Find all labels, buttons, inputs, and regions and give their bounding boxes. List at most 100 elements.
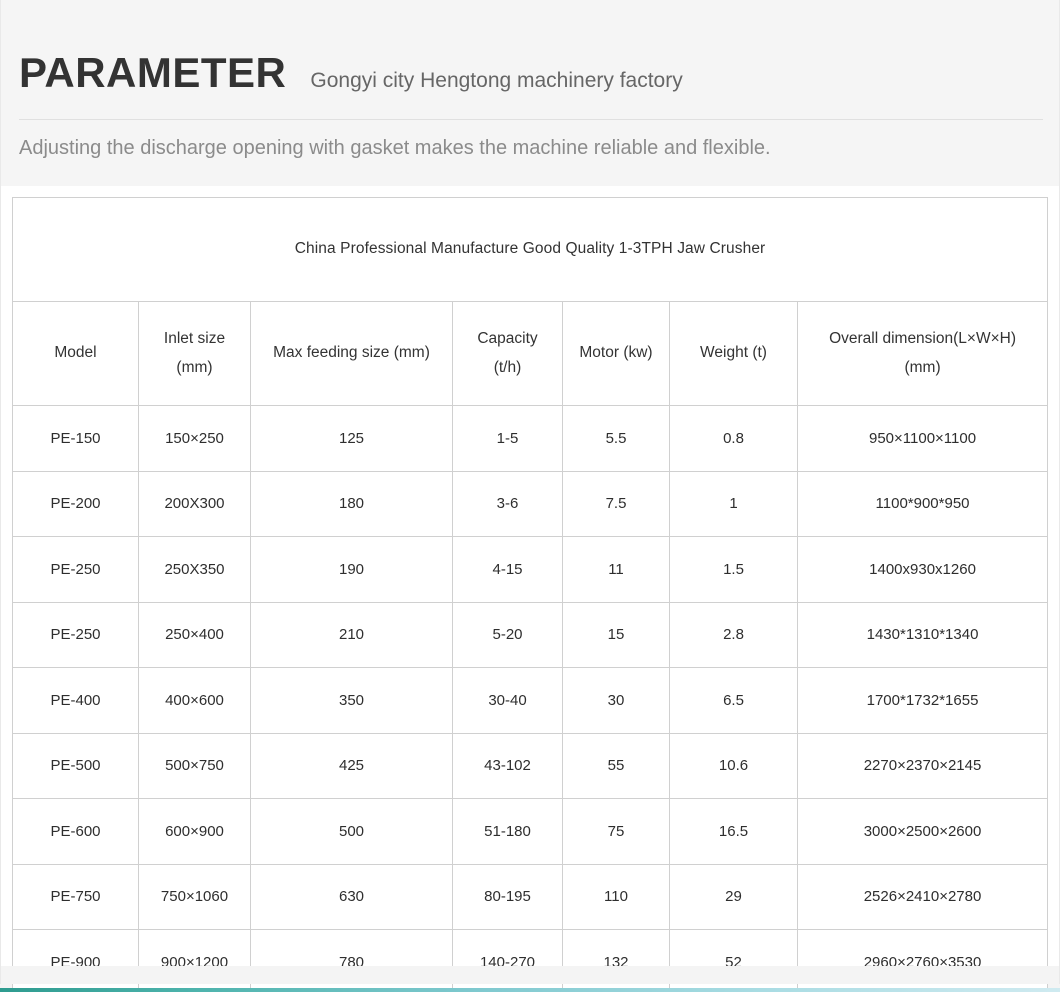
cell-motor: 7.5 [562,470,670,537]
cell-overall-dimension: 1400x930x1260 [796,536,1049,603]
cell-weight: 6.5 [669,667,798,734]
cell-motor: 110 [562,863,670,930]
cell-motor: 30 [562,667,670,734]
page-title: PARAMETER [19,49,287,96]
table-row: PE-200 200X300 180 3-6 7.5 1 1100*900*95… [12,470,1049,537]
cell-motor: 11 [562,536,670,603]
cell-motor: 55 [562,732,670,799]
cell-overall-dimension: 2526×2410×2780 [796,863,1049,930]
table-header-row: Model Inlet size (mm) Max feeding size (… [12,301,1049,406]
column-header-overall-dimension-line1: Overall dimension(L×W×H) [829,329,1016,347]
cell-max-feeding-size: 425 [250,732,453,799]
column-header-max-feeding-size-line1: Max feeding size (mm) [273,344,430,362]
cell-model: PE-250 [12,601,139,668]
cell-max-feeding-size: 210 [250,601,453,668]
column-header-capacity: Capacity (t/h) [452,301,563,406]
table-title-row: China Professional Manufacture Good Qual… [11,197,1049,302]
cell-inlet-size: 500×750 [138,732,251,799]
column-header-inlet-size-line1: Inlet size [163,329,226,347]
table-row: PE-600 600×900 500 51-180 75 16.5 3000×2… [12,798,1049,865]
cell-model: PE-900 [12,929,139,996]
cell-inlet-size: 600×900 [138,798,251,865]
cell-model: PE-400 [12,667,139,734]
cell-overall-dimension: 3000×2500×2600 [796,798,1049,865]
content-panel: China Professional Manufacture Good Qual… [1,186,1059,996]
page-container: PARAMETER Gongyi city Hengtong machinery… [0,0,1060,996]
cell-inlet-size: 400×600 [138,667,251,734]
cell-model: PE-200 [12,470,139,537]
cell-overall-dimension: 1700*1732*1655 [796,667,1049,734]
cell-capacity: 51-180 [452,798,563,865]
table-row: PE-250 250×400 210 5-20 15 2.8 1430*1310… [12,601,1049,668]
column-header-weight: Weight (t) [669,301,798,406]
table-body: PE-150 150×250 125 1-5 5.5 0.8 950×1100×… [12,405,1049,996]
cell-weight: 16.5 [669,798,798,865]
column-header-motor-line1: Motor (kw) [579,344,653,362]
cell-weight: 52 [669,929,798,996]
cell-max-feeding-size: 630 [250,863,453,930]
cell-motor: 5.5 [562,405,670,472]
cell-overall-dimension: 950×1100×1100 [796,405,1049,472]
cell-motor: 75 [562,798,670,865]
cell-weight: 10.6 [669,732,798,799]
cell-model: PE-500 [12,732,139,799]
cell-capacity: 4-15 [452,536,563,603]
column-header-capacity-line1: Capacity [477,329,538,347]
table-row: PE-400 400×600 350 30-40 30 6.5 1700*173… [12,667,1049,734]
table-head: China Professional Manufacture Good Qual… [11,197,1049,406]
cell-capacity: 30-40 [452,667,563,734]
cell-model: PE-600 [12,798,139,865]
cell-max-feeding-size: 500 [250,798,453,865]
column-header-model: Model [12,301,139,406]
cell-inlet-size: 750×1060 [138,863,251,930]
cell-model: PE-150 [12,405,139,472]
column-header-inlet-size-line2: (mm) [176,358,213,376]
table-row: PE-250 250X350 190 4-15 11 1.5 1400x930x… [12,536,1049,603]
header-description: Adjusting the discharge opening with gas… [19,137,771,159]
cell-inlet-size: 200X300 [138,470,251,537]
cell-inlet-size: 250X350 [138,536,251,603]
column-header-model-line1: Model [54,344,97,362]
footer-spacer [1,966,1059,984]
cell-model: PE-250 [12,536,139,603]
bottom-padding [0,992,1060,996]
cell-overall-dimension: 1100*900*950 [796,470,1049,537]
column-header-weight-line1: Weight (t) [700,344,767,362]
cell-motor: 132 [562,929,670,996]
table-row: PE-900 900×1200 780 140-270 132 52 2960×… [12,929,1049,996]
cell-max-feeding-size: 180 [250,470,453,537]
cell-weight: 29 [669,863,798,930]
cell-capacity: 80-195 [452,863,563,930]
column-header-capacity-line2: (t/h) [493,358,522,376]
header-title-row: PARAMETER Gongyi city Hengtong machinery… [19,52,683,94]
cell-max-feeding-size: 350 [250,667,453,734]
parameter-page: PARAMETER Gongyi city Hengtong machinery… [0,0,1060,996]
table-title: China Professional Manufacture Good Qual… [11,197,1049,302]
cell-capacity: 140-270 [452,929,563,996]
cell-capacity: 43-102 [452,732,563,799]
cell-overall-dimension: 1430*1310*1340 [796,601,1049,668]
cell-weight: 1.5 [669,536,798,603]
cell-max-feeding-size: 125 [250,405,453,472]
company-name: Gongyi city Hengtong machinery factory [310,69,683,92]
table-row: PE-750 750×1060 630 80-195 110 29 2526×2… [12,863,1049,930]
table-row: PE-150 150×250 125 1-5 5.5 0.8 950×1100×… [12,405,1049,472]
cell-capacity: 5-20 [452,601,563,668]
cell-inlet-size: 150×250 [138,405,251,472]
cell-weight: 2.8 [669,601,798,668]
cell-max-feeding-size: 190 [250,536,453,603]
cell-overall-dimension: 2270×2370×2145 [796,732,1049,799]
page-header: PARAMETER Gongyi city Hengtong machinery… [1,0,1059,186]
cell-weight: 0.8 [669,405,798,472]
column-header-overall-dimension: Overall dimension(L×W×H) (mm) [796,301,1049,406]
cell-capacity: 1-5 [452,405,563,472]
header-divider [19,119,1043,120]
specification-table: China Professional Manufacture Good Qual… [11,197,1049,996]
cell-inlet-size: 900×1200 [138,929,251,996]
column-header-motor: Motor (kw) [562,301,670,406]
table-row: PE-500 500×750 425 43-102 55 10.6 2270×2… [12,732,1049,799]
cell-max-feeding-size: 780 [250,929,453,996]
cell-overall-dimension: 2960×2760×3530 [796,929,1049,996]
column-header-inlet-size: Inlet size (mm) [138,301,251,406]
cell-capacity: 3-6 [452,470,563,537]
